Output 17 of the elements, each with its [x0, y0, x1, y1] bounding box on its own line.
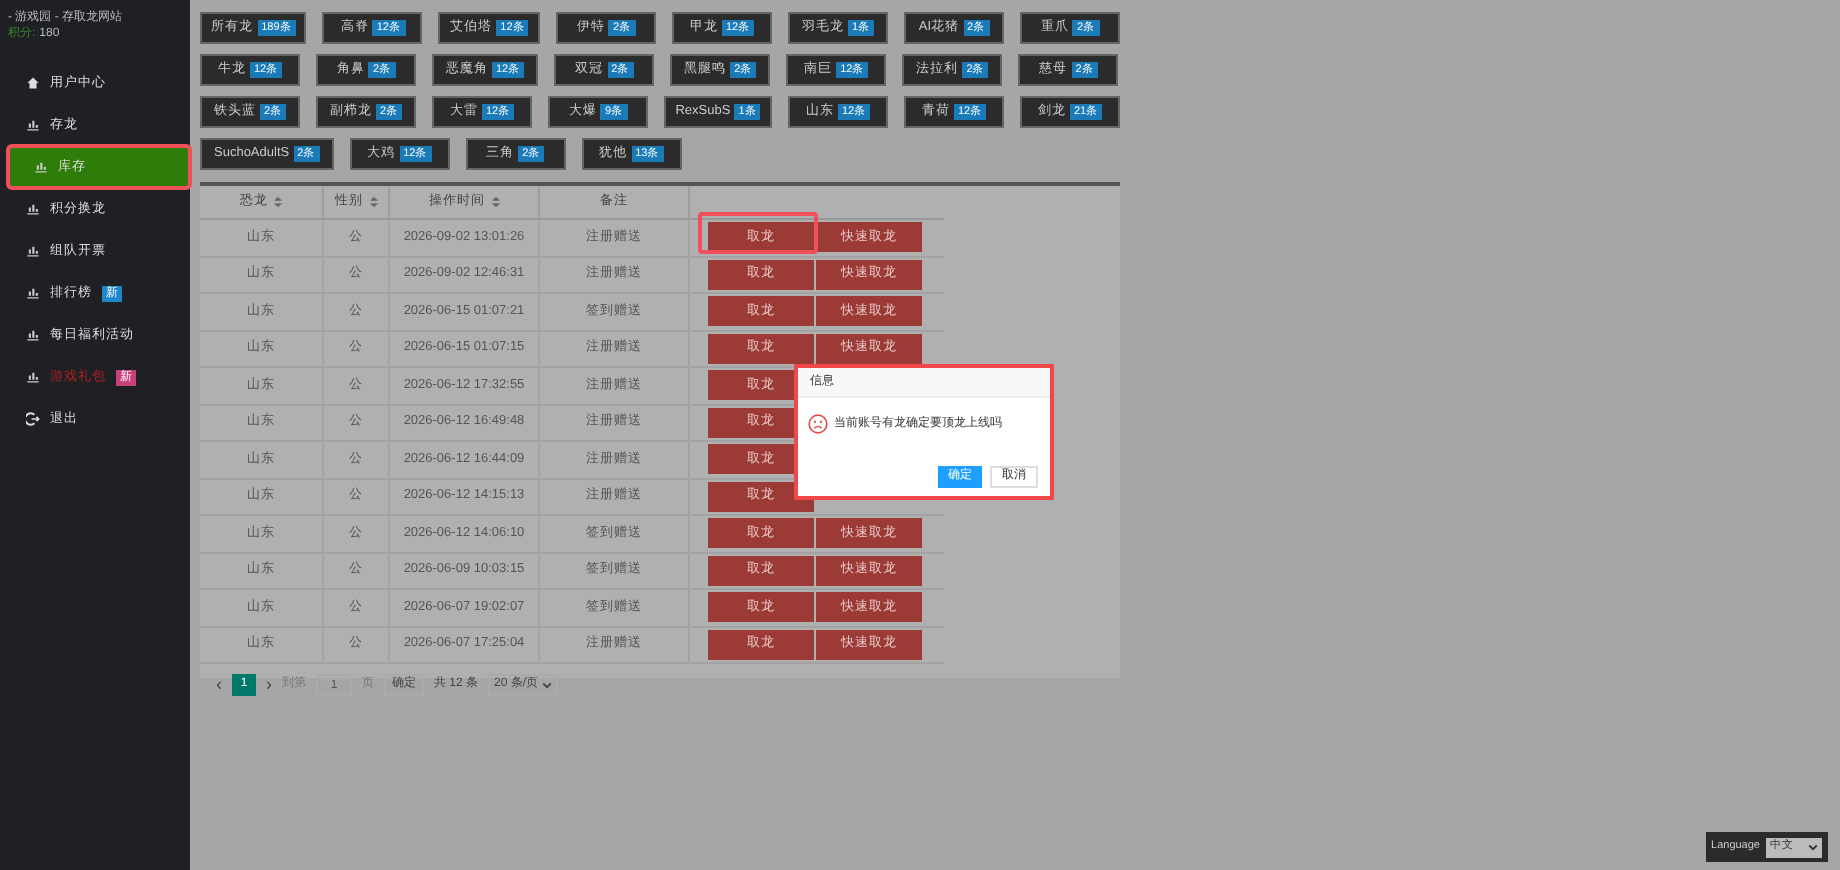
bar-chart-icon	[26, 328, 40, 342]
sort-icon	[491, 196, 499, 208]
bar-chart-icon	[26, 286, 40, 300]
chevron-down-icon	[542, 681, 553, 690]
bar-chart-icon	[26, 202, 40, 216]
bar-chart-icon	[26, 244, 40, 258]
logout-icon	[26, 412, 40, 426]
sad-face-icon	[808, 414, 828, 434]
bar-chart-icon	[26, 118, 40, 132]
bar-chart-icon	[34, 160, 48, 174]
sort-icon	[274, 196, 282, 208]
home-icon	[26, 76, 40, 90]
sort-icon	[369, 196, 377, 208]
next-page-button[interactable]: ›	[266, 672, 272, 699]
prev-page-button[interactable]: ‹	[216, 672, 222, 699]
chevron-down-icon	[1808, 843, 1818, 851]
bar-chart-icon	[26, 370, 40, 384]
